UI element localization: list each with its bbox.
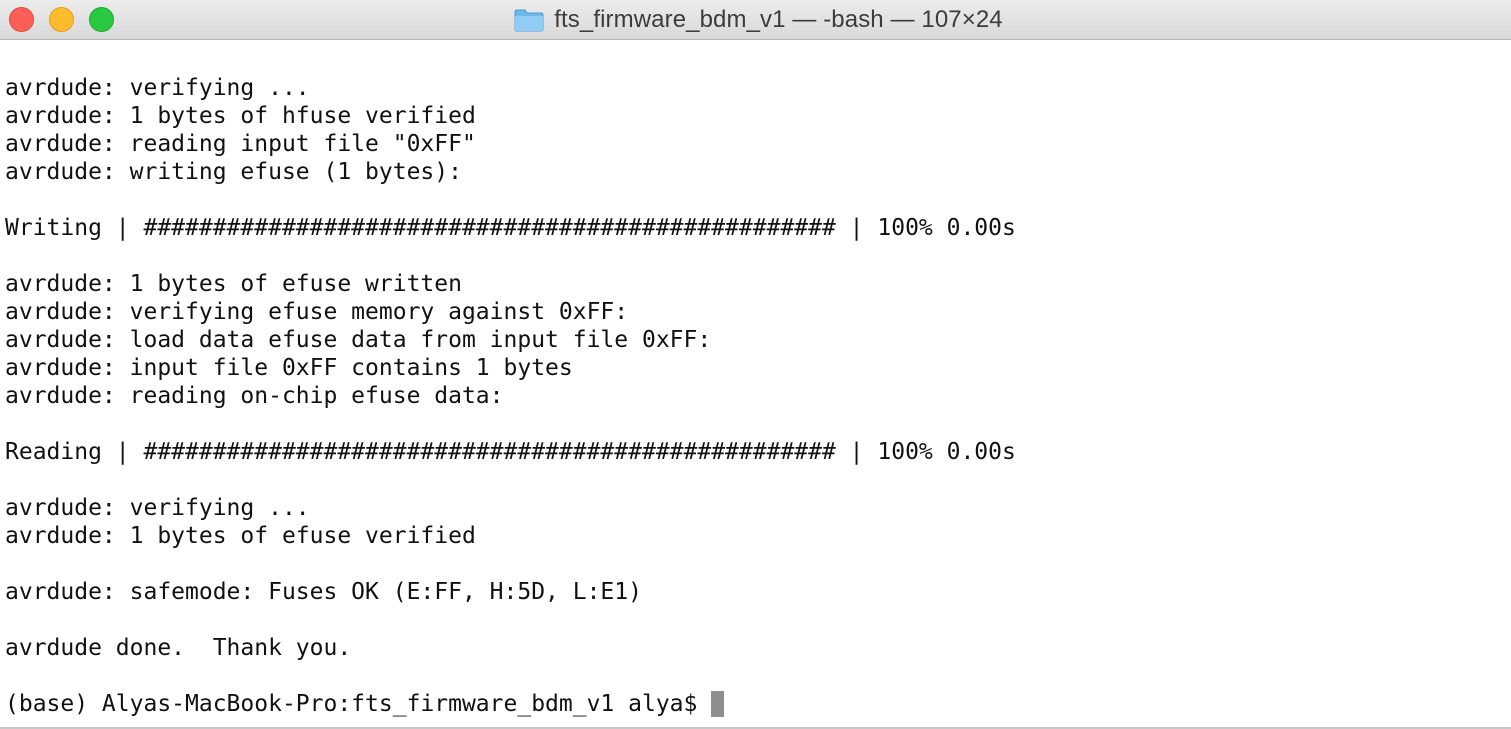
folder-icon <box>514 9 544 32</box>
terminal-line: avrdude: load data efuse data from input… <box>5 327 712 353</box>
terminal-line: avrdude: safemode: Fuses OK (E:FF, H:5D,… <box>5 579 642 605</box>
terminal-output[interactable]: avrdude: verifying ... avrdude: 1 bytes … <box>5 74 1505 718</box>
terminal-line: avrdude: 1 bytes of efuse verified <box>5 523 476 549</box>
terminal-window: fts_firmware_bdm_v1 — -bash — 107×24 avr… <box>0 0 1511 729</box>
terminal-line: avrdude: input file 0xFF contains 1 byte… <box>5 355 573 381</box>
progress-line-reading: Reading | ##############################… <box>5 439 1016 465</box>
terminal-line: avrdude: reading input file "0xFF" <box>5 131 476 157</box>
window-title-group: fts_firmware_bdm_v1 — -bash — 107×24 <box>0 0 1511 40</box>
terminal-line: avrdude: writing efuse (1 bytes): <box>5 159 462 185</box>
shell-prompt: (base) Alyas-MacBook-Pro:fts_firmware_bd… <box>5 691 712 717</box>
terminal-line: avrdude done. Thank you. <box>5 635 352 661</box>
window-title: fts_firmware_bdm_v1 — -bash — 107×24 <box>554 6 1003 33</box>
prompt-line[interactable]: (base) Alyas-MacBook-Pro:fts_firmware_bd… <box>5 690 1505 718</box>
text-cursor <box>711 691 725 717</box>
terminal-line: avrdude: reading on-chip efuse data: <box>5 383 504 409</box>
terminal-line: avrdude: verifying ... <box>5 75 310 101</box>
terminal-line: avrdude: verifying efuse memory against … <box>5 299 629 325</box>
title-bar[interactable]: fts_firmware_bdm_v1 — -bash — 107×24 <box>0 0 1511 40</box>
progress-line-writing: Writing | ##############################… <box>5 215 1016 241</box>
terminal-line: avrdude: 1 bytes of efuse written <box>5 271 462 297</box>
terminal-line: avrdude: verifying ... <box>5 495 310 521</box>
terminal-line: avrdude: 1 bytes of hfuse verified <box>5 103 476 129</box>
